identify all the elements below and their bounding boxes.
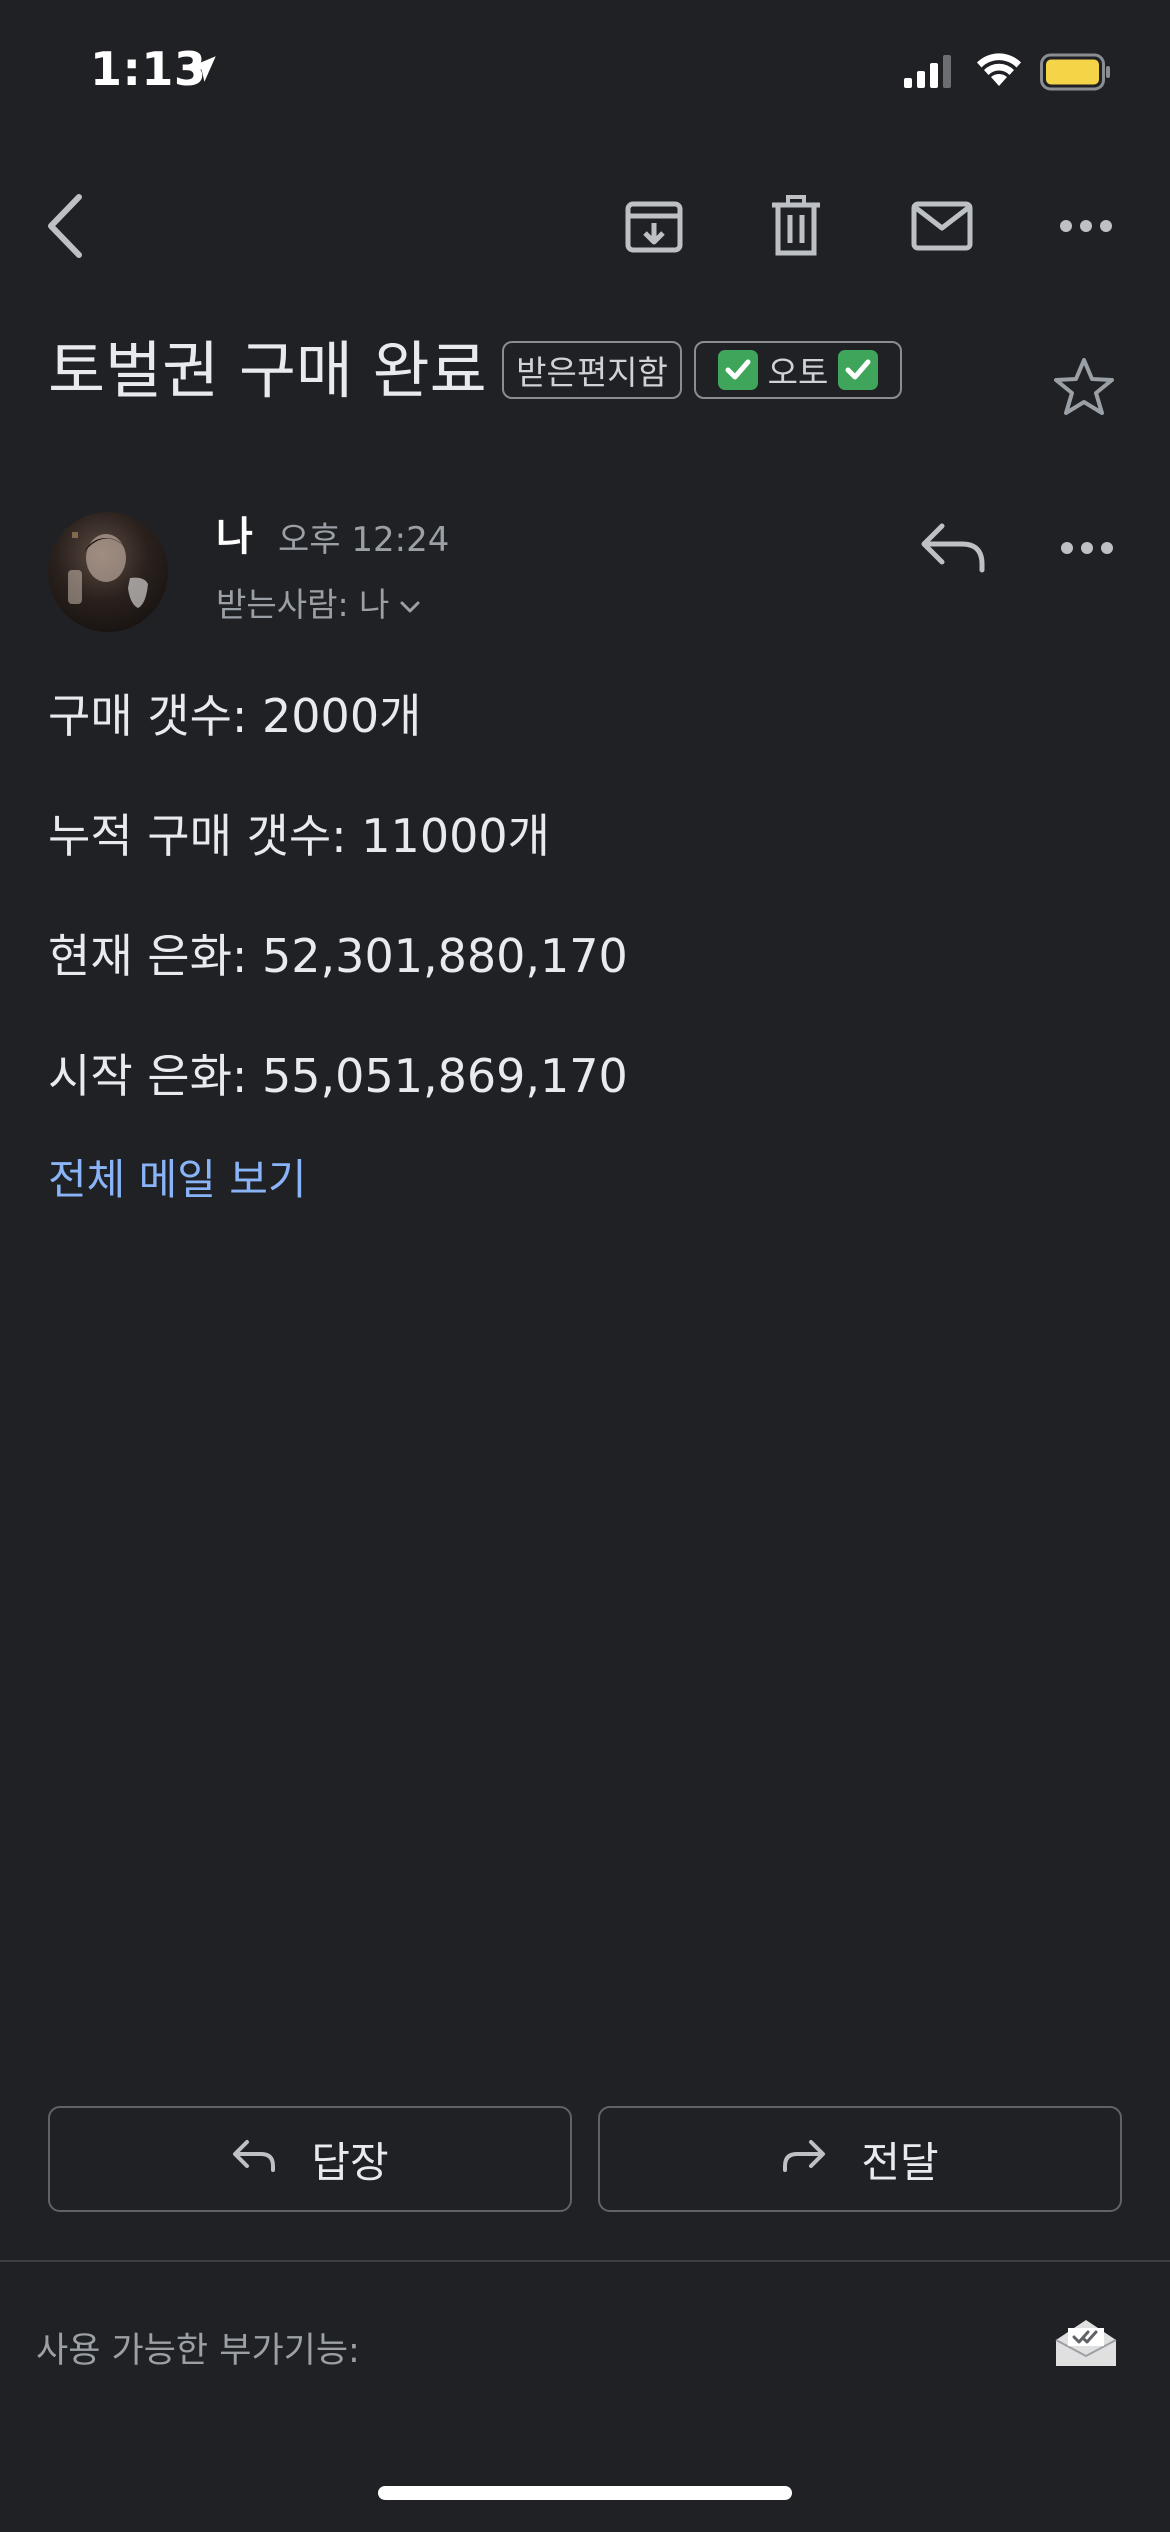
body-line-current-silver: 현재 은화: 52,301,880,170 [48, 929, 628, 983]
forward-label: 전달 [861, 2137, 939, 2187]
trash-icon[interactable] [760, 190, 832, 262]
check-mark-icon [717, 350, 758, 390]
sent-time: 오후 12:24 [278, 520, 450, 560]
reply-icon [231, 2135, 277, 2184]
star-icon[interactable] [1052, 356, 1116, 422]
more-icon[interactable] [1050, 190, 1122, 262]
label-chip-auto[interactable]: 오토 [694, 341, 902, 399]
archive-icon[interactable] [618, 190, 690, 262]
wifi-icon [974, 50, 1024, 92]
email-subject: 토벌권 구매 완료 [48, 334, 487, 407]
label-inbox-text: 받은편지함 [516, 353, 668, 392]
body-line-purchase-count: 구매 갯수: 2000개 [48, 689, 422, 743]
view-full-message-link[interactable]: 전체 메일 보기 [48, 1146, 307, 1207]
chevron-down-icon [399, 583, 421, 622]
home-indicator[interactable] [378, 2486, 792, 2500]
forward-icon [781, 2135, 827, 2184]
avatar[interactable] [48, 512, 168, 632]
mail-icon[interactable] [906, 190, 978, 262]
reply-label: 답장 [311, 2137, 389, 2187]
back-arrow-icon[interactable] [30, 190, 102, 262]
check-mark-icon [838, 350, 879, 390]
recipient-details[interactable]: 받는사람: 나 [216, 578, 421, 626]
reply-button[interactable]: 답장 [48, 2106, 572, 2212]
reply-icon[interactable] [918, 520, 988, 578]
label-auto-text: 오토 [767, 353, 829, 392]
message-more-icon[interactable] [1060, 540, 1114, 559]
addons-label: 사용 가능한 부가기능: [36, 2331, 360, 2371]
location-arrow-icon [186, 52, 220, 90]
cellular-signal-icon [904, 54, 956, 92]
divider [0, 2260, 1170, 2262]
body-line-total-count: 누적 구매 갯수: 11000개 [48, 809, 550, 863]
addon-mail-check-icon[interactable] [1052, 2316, 1120, 2374]
sender-name: 나 [216, 514, 253, 560]
forward-button[interactable]: 전달 [598, 2106, 1122, 2212]
body-line-start-silver: 시작 은화: 55,051,869,170 [48, 1049, 628, 1103]
battery-icon [1040, 52, 1112, 96]
label-chip-inbox[interactable]: 받은편지함 [502, 341, 682, 399]
recipient-text: 받는사람: 나 [216, 585, 390, 624]
